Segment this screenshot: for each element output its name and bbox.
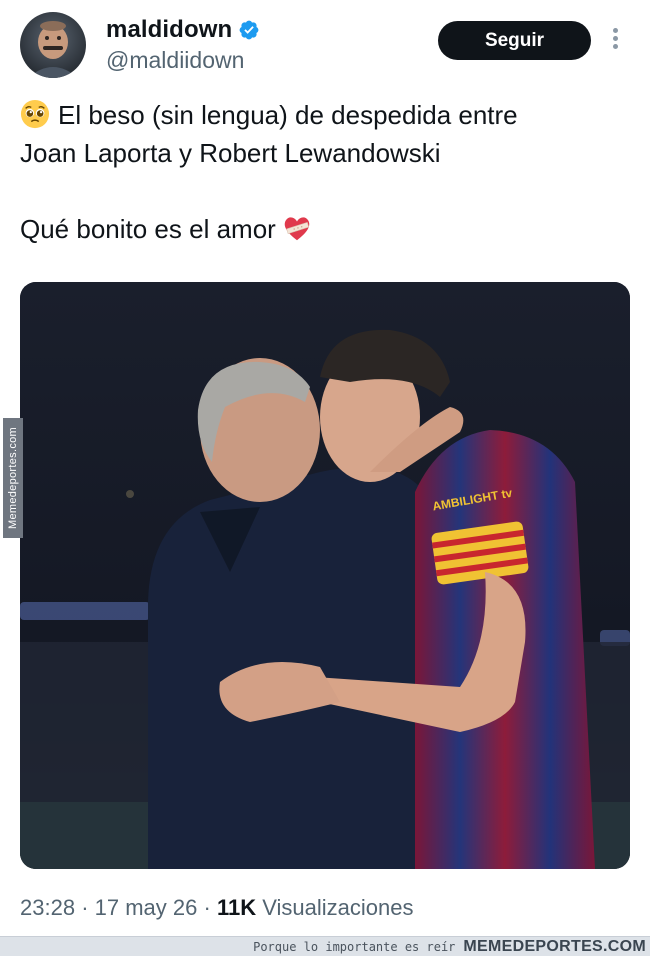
tweet-time[interactable]: 23:28 — [20, 895, 75, 920]
profile-avatar[interactable] — [20, 12, 86, 78]
avatar-image — [28, 21, 78, 78]
tweet-line-3: Qué bonito es el amor — [20, 210, 630, 248]
verified-badge-icon — [239, 20, 259, 40]
tweet-header: maldidown @maldiidown Seguir — [0, 0, 650, 95]
photo-illustration: AMBILIGHT tv — [20, 282, 630, 869]
views-label: Visualizaciones — [262, 895, 414, 920]
more-options-icon[interactable] — [608, 26, 622, 56]
tweet-blank-line — [20, 172, 630, 210]
heart-with-bandage-emoji — [284, 217, 310, 241]
footer-tagline: Porque lo importante es reír — [253, 939, 456, 954]
side-watermark: Memedeportes.com — [3, 418, 23, 538]
meta-separator: · — [203, 895, 211, 920]
follow-button[interactable]: Seguir — [438, 21, 591, 60]
tweet-text: El beso (sin lengua) de despedida entre … — [20, 96, 630, 248]
views-count: 11K — [216, 895, 257, 920]
tweet-line-2: Joan Laporta y Robert Lewandowski — [20, 138, 441, 168]
tweet-line-3-text: Qué bonito es el amor — [20, 214, 276, 244]
user-handle[interactable]: @maldiidown — [106, 47, 244, 74]
tweet-meta: 23:28 · 17 may 26 · 11K Visualizaciones — [20, 895, 413, 921]
footer-brand: MEMEDEPORTES.COM — [463, 937, 646, 955]
pleading-face-emoji — [20, 99, 50, 129]
tweet-photo[interactable]: AMBILIGHT tv — [20, 282, 630, 869]
tweet-line-1-text: El beso (sin lengua) de despedida entre — [58, 100, 518, 130]
tweet-date[interactable]: 17 may 26 — [95, 895, 198, 920]
tweet-line-1: El beso (sin lengua) de despedida entre — [20, 96, 630, 134]
display-name[interactable]: maldidown — [106, 16, 232, 44]
meta-separator: · — [81, 895, 89, 920]
name-row: maldidown — [106, 16, 260, 44]
footer-watermark-bar: Porque lo importante es reír MEMEDEPORTE… — [0, 936, 650, 956]
